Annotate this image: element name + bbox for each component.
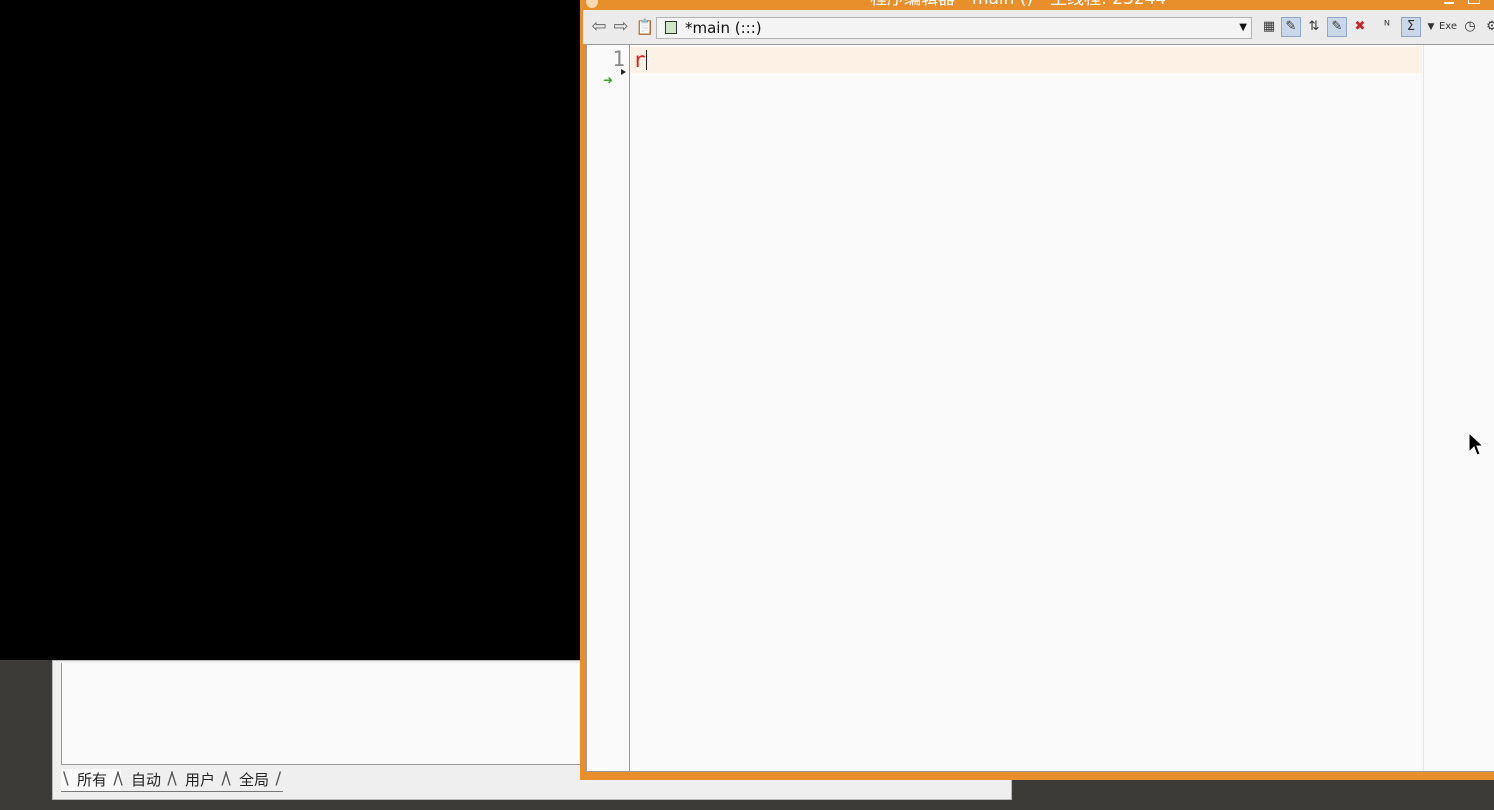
- execution-pointer-icon: ➜: [603, 73, 614, 87]
- window-title: 程序编辑器 - main () - 主线程: 23244: [870, 0, 1166, 8]
- procedure-select-value: *main (:::): [685, 19, 762, 37]
- dropdown-chevron-icon[interactable]: ▼: [1239, 18, 1247, 38]
- tab-all[interactable]: \ 所有 /: [61, 769, 122, 792]
- step-icon[interactable]: ⇅: [1304, 17, 1324, 37]
- maximize-button[interactable]: [1468, 0, 1480, 4]
- mouse-pointer-icon: [1468, 432, 1484, 456]
- insertion-marker-icon: [621, 69, 626, 75]
- minimize-button[interactable]: [1444, 0, 1454, 4]
- code-line[interactable]: r: [633, 47, 646, 73]
- back-arrow-icon[interactable]: ⇦: [589, 17, 609, 37]
- tab-user[interactable]: \ 用户 /: [169, 769, 230, 792]
- graphics-window: [0, 0, 581, 660]
- tab-global[interactable]: \ 全局 /: [223, 769, 284, 792]
- sigma-icon[interactable]: Σ: [1401, 17, 1421, 37]
- program-editor-window: 程序编辑器 - main () - 主线程: 23244 ⇦ ⇨ 📋 *main…: [580, 0, 1494, 780]
- line-number: 1: [612, 47, 625, 71]
- procedure-icon: [665, 21, 677, 34]
- tab-auto[interactable]: \ 自动 /: [115, 769, 176, 792]
- app-icon: [586, 0, 598, 8]
- right-margin-line: [1423, 45, 1424, 771]
- procedure-select[interactable]: *main (:::) ▼: [656, 17, 1252, 39]
- variable-icon[interactable]: ᴺ: [1377, 17, 1397, 37]
- settings-icon[interactable]: ⚙: [1482, 17, 1494, 37]
- edit-icon[interactable]: ✎: [1281, 17, 1301, 37]
- code-editor[interactable]: 1 ➜ r: [586, 44, 1494, 772]
- variable-tabs: \ 所有 / \ 自动 / \ 用户 / \ 全局 /: [61, 769, 284, 793]
- forward-arrow-icon[interactable]: ⇨: [611, 17, 631, 37]
- text-caret: [646, 50, 647, 70]
- editor-toolbar: ⇦ ⇨ 📋 *main (:::) ▼ ▦ ✎ ⇅ ✎ ✖ ᴺ Σ ▼ Exe …: [583, 10, 1494, 44]
- window-titlebar[interactable]: 程序编辑器 - main () - 主线程: 23244: [580, 0, 1494, 8]
- clock-icon[interactable]: ◷: [1460, 17, 1480, 37]
- clear-icon[interactable]: ✖: [1350, 17, 1370, 37]
- breakpoint-edit-icon[interactable]: ✎: [1327, 17, 1347, 37]
- current-line-highlight: [630, 47, 1422, 73]
- calendar-icon[interactable]: ▦: [1259, 17, 1279, 37]
- clipboard-icon[interactable]: 📋: [635, 17, 655, 37]
- exe-icon[interactable]: Exe: [1438, 17, 1458, 37]
- line-gutter[interactable]: 1 ➜: [587, 45, 630, 771]
